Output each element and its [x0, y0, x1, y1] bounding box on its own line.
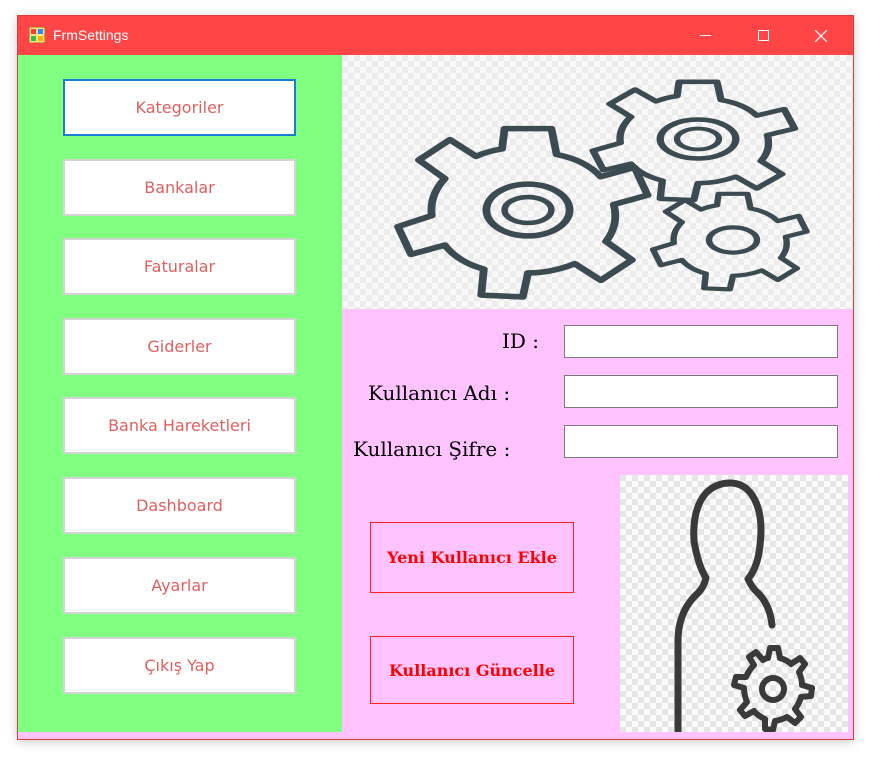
- id-input[interactable]: [564, 325, 838, 358]
- gears-icon: [342, 55, 853, 309]
- sidebar-item-faturalar[interactable]: Faturalar: [63, 238, 296, 295]
- sidebar: [18, 55, 342, 732]
- add-user-button[interactable]: Yeni Kullanıcı Ekle: [370, 522, 574, 593]
- close-button[interactable]: [798, 16, 844, 55]
- close-icon: [815, 29, 827, 42]
- title-bar[interactable]: FrmSettings: [18, 16, 853, 55]
- password-input[interactable]: [564, 425, 838, 458]
- sidebar-item-dashboard[interactable]: Dashboard: [63, 477, 296, 534]
- maximize-icon: [757, 30, 769, 41]
- username-input[interactable]: [564, 375, 838, 408]
- settings-banner: [342, 55, 853, 309]
- username-label: Kullanıcı Adı :: [368, 381, 511, 405]
- app-icon: [29, 27, 45, 43]
- sidebar-item-cikis-yap[interactable]: Çıkış Yap: [63, 637, 296, 694]
- settings-window: FrmSettings Kategoriler Bankalar Fatural…: [18, 16, 853, 739]
- minimize-button[interactable]: [682, 16, 728, 55]
- sidebar-item-giderler[interactable]: Giderler: [63, 318, 296, 375]
- minimize-icon: [699, 35, 711, 36]
- sidebar-item-kategoriler[interactable]: Kategoriler: [63, 79, 296, 136]
- id-label: ID :: [502, 329, 540, 353]
- sidebar-item-bankalar[interactable]: Bankalar: [63, 159, 296, 216]
- maximize-button[interactable]: [740, 16, 786, 55]
- update-user-button[interactable]: Kullanıcı Güncelle: [370, 636, 574, 704]
- user-image: [620, 475, 848, 732]
- sidebar-item-ayarlar[interactable]: Ayarlar: [63, 557, 296, 614]
- sidebar-item-banka-hareketleri[interactable]: Banka Hareketleri: [63, 397, 296, 454]
- window-title: FrmSettings: [53, 27, 129, 43]
- user-settings-icon: [674, 479, 815, 732]
- password-label: Kullanıcı Şifre :: [353, 437, 511, 461]
